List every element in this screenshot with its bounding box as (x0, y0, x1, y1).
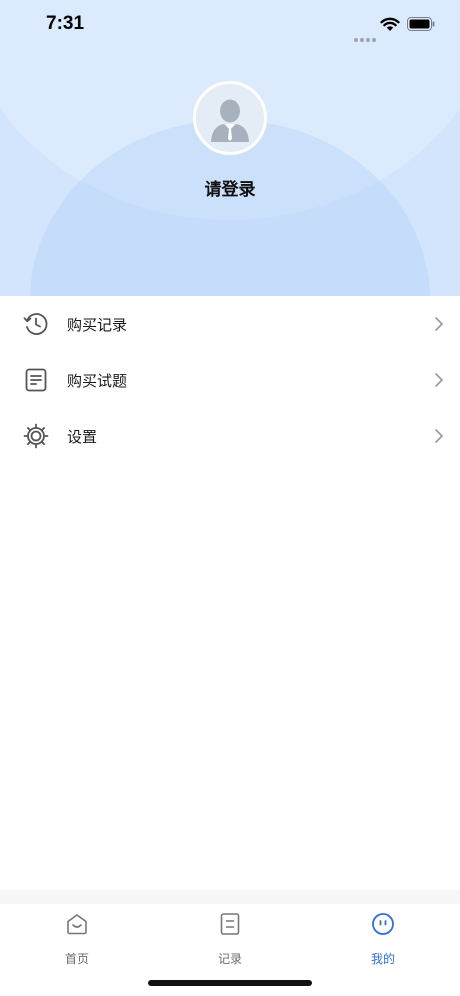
chevron-right-icon (435, 429, 443, 443)
profile-header: 7:31 请登录 (0, 0, 460, 296)
avatar[interactable] (193, 81, 267, 155)
home-icon (67, 914, 87, 935)
menu-item-purchase-history[interactable]: 购买记录 (0, 296, 460, 352)
battery-icon (407, 17, 435, 31)
profile-face-icon (372, 913, 394, 935)
login-prompt[interactable]: 请登录 (0, 175, 460, 200)
tabbar-separator (0, 890, 460, 904)
menu-item-settings[interactable]: 设置 (0, 408, 460, 464)
document-icon (25, 368, 47, 392)
wifi-icon (380, 17, 400, 31)
chevron-right-icon (435, 317, 443, 331)
tab-mine[interactable]: 我的 (333, 912, 433, 968)
menu-item-label: 购买试题 (67, 372, 128, 390)
gear-icon (23, 423, 49, 449)
status-time: 7:31 (46, 13, 85, 34)
status-bar: 7:31 (0, 0, 460, 50)
home-indicator[interactable] (148, 980, 312, 986)
menu-list: 购买记录 购买试题 设置 (0, 296, 460, 464)
menu-item-purchase-questions[interactable]: 购买试题 (0, 352, 460, 408)
menu-item-label: 设置 (67, 428, 98, 446)
user-avatar-icon (211, 99, 249, 142)
tab-label: 首页 (64, 952, 89, 966)
tab-record[interactable]: 记录 (180, 912, 280, 968)
signal-dots-icon (354, 27, 378, 46)
record-icon (220, 913, 240, 935)
history-icon (23, 313, 48, 335)
tab-label: 我的 (370, 952, 395, 966)
tab-label: 记录 (217, 952, 242, 966)
chevron-right-icon (435, 373, 443, 387)
menu-item-label: 购买记录 (67, 316, 128, 334)
tab-home[interactable]: 首页 (27, 912, 127, 968)
